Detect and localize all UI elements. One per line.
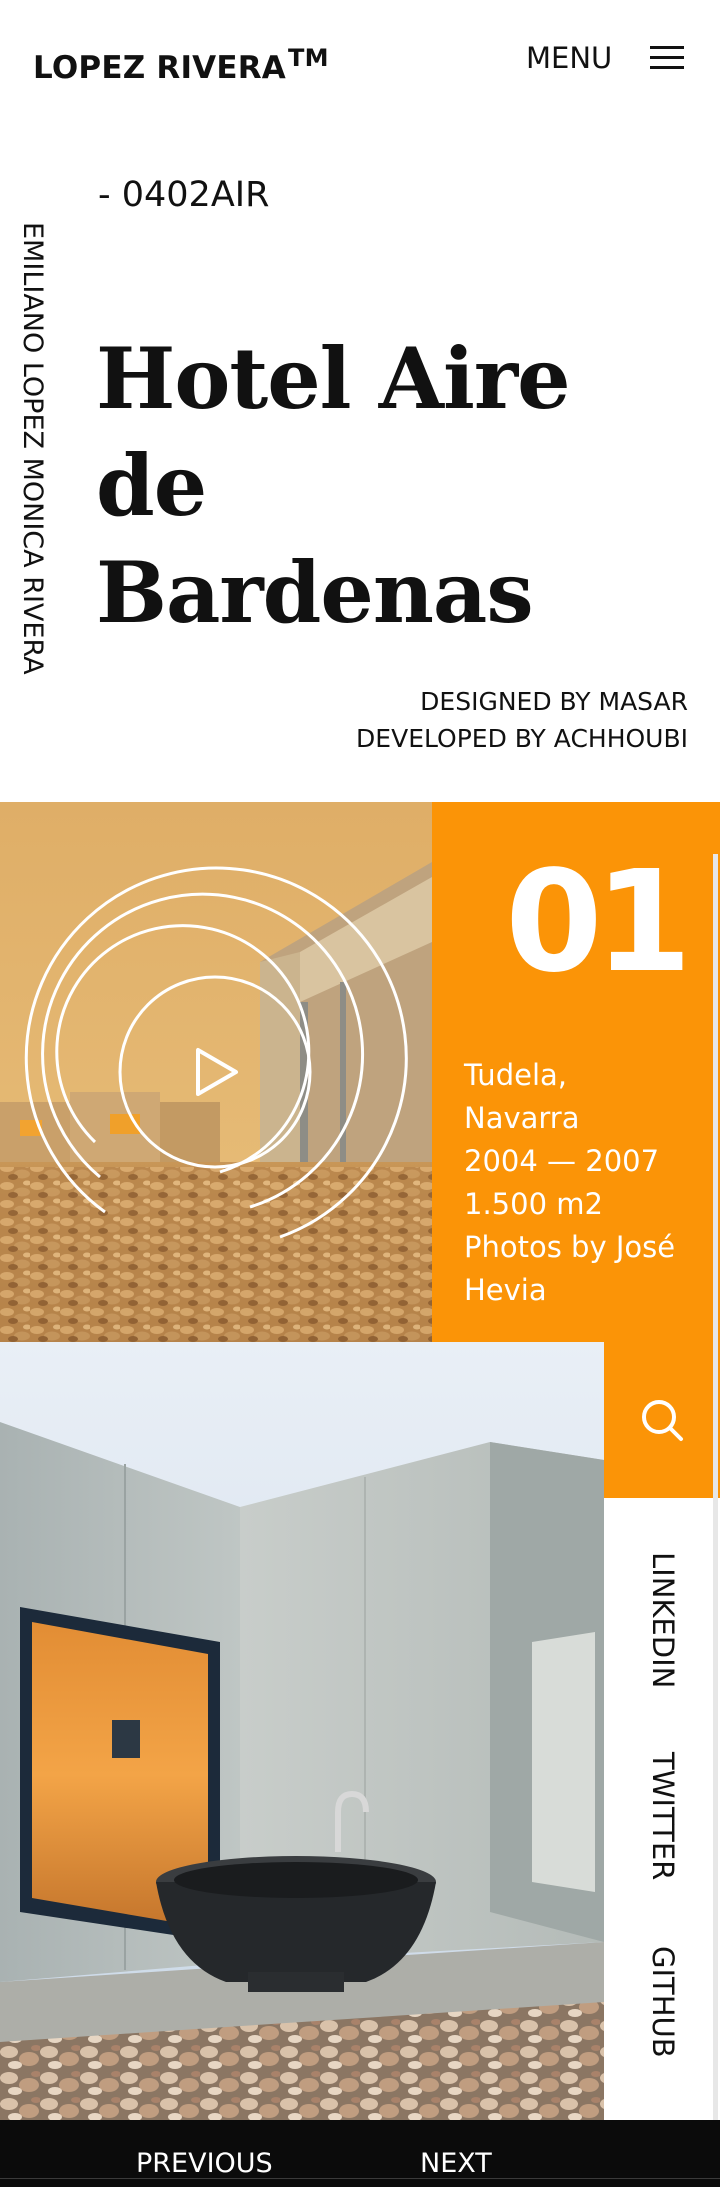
project-number: 01 [505,841,692,1004]
menu-label[interactable]: MENU [526,40,612,76]
footer-nav [0,2120,720,2187]
side-vertical-name: EMILIANO LOPEZ MONICA RIVERA [17,222,48,675]
photo-credit-1: Photos by José [464,1230,676,1264]
credits: DESIGNED BY MASAR DEVELOPED BY ACHHOUBI [356,683,688,757]
social-link-linkedin[interactable]: LINKEDIN [643,1552,683,1688]
location-region: Navarra [464,1101,580,1135]
location-city: Tudela, [464,1058,567,1092]
detail-photo [0,1342,604,2120]
designed-by: DESIGNED BY MASAR [420,687,688,716]
social-link-twitter[interactable]: TWITTER [643,1752,683,1880]
project-code: - 0402AIR [98,175,270,215]
previous-link[interactable]: PREVIOUS [136,2144,273,2184]
title-line-1: Hotel Aire de [96,329,571,535]
footer-divider [0,2178,720,2179]
logo[interactable]: LOPEZ RIVERATM [33,38,329,88]
project-years: 2004 — 2007 [464,1144,660,1178]
search-icon[interactable] [640,1398,684,1442]
logo-trademark: TM [288,44,329,72]
photo-credit-2: Hevia [464,1273,547,1307]
play-icon[interactable] [190,1046,242,1098]
next-link[interactable]: NEXT [420,2144,492,2184]
page-title: Hotel Aire de Bardenas [96,325,696,646]
hamburger-icon[interactable] [650,44,686,72]
project-area: 1.500 m2 [464,1187,603,1221]
title-line-2: Bardenas [96,543,534,642]
social-link-github[interactable]: GITHUB [643,1946,683,2058]
scrollbar-track[interactable] [713,854,718,2120]
project-details: Tudela, Navarra 2004 — 2007 1.500 m2 Pho… [464,1054,704,1312]
logo-text: LOPEZ RIVERA [33,50,287,86]
detail-illustration [0,1342,604,2120]
developed-by: DEVELOPED BY ACHHOUBI [356,724,688,753]
